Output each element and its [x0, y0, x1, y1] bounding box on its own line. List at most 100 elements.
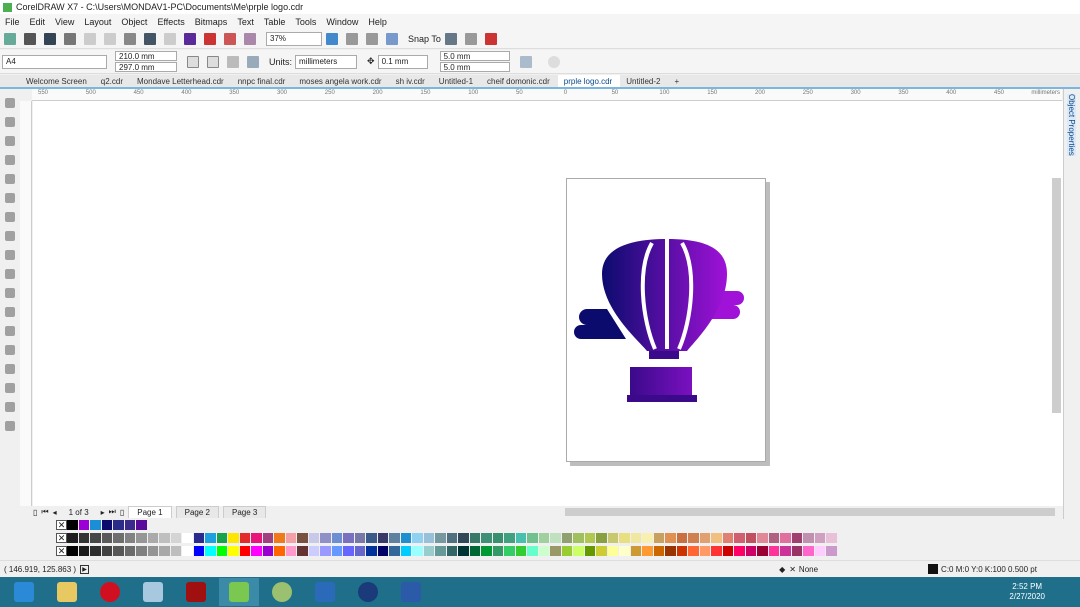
color-swatch[interactable]	[78, 532, 90, 543]
color-swatch[interactable]	[124, 545, 136, 556]
color-swatch[interactable]	[182, 532, 194, 543]
open-icon[interactable]	[24, 32, 36, 45]
color-swatch[interactable]	[159, 532, 171, 543]
color-swatch[interactable]	[826, 532, 838, 543]
new-icon[interactable]	[4, 32, 16, 45]
color-swatch[interactable]	[331, 545, 343, 556]
redo-icon[interactable]	[164, 32, 176, 45]
color-swatch[interactable]	[803, 545, 815, 556]
units-select[interactable]: millimeters	[295, 54, 358, 69]
balloon-logo[interactable]	[567, 179, 767, 463]
tab-mondave-letterhead[interactable]: Mondave Letterhead.cdr	[131, 75, 232, 87]
taskbar-ie[interactable]	[4, 578, 44, 606]
snap-to-button[interactable]: Snap To	[408, 34, 441, 44]
cut-icon[interactable]	[84, 32, 96, 45]
outline-status[interactable]: C:0 M:0 Y:0 K:100 0.500 pt	[941, 565, 1037, 574]
color-swatch[interactable]	[722, 545, 734, 556]
page-tab-1[interactable]: Page 1	[128, 506, 172, 518]
duplicate-x-field[interactable]: 5.0 mm	[439, 51, 510, 61]
color-swatch[interactable]	[331, 532, 343, 543]
artistic-media-icon[interactable]	[5, 193, 15, 203]
color-swatch[interactable]	[584, 532, 596, 543]
vertical-ruler[interactable]	[20, 101, 32, 506]
ellipse-tool-icon[interactable]	[5, 231, 15, 241]
menu-bitmaps[interactable]: Bitmaps	[190, 17, 233, 27]
taskbar-acrobat[interactable]	[176, 578, 216, 606]
application-launcher-icon[interactable]	[484, 32, 497, 45]
treat-as-filled-icon[interactable]	[519, 55, 532, 68]
current-page-icon[interactable]	[247, 55, 259, 68]
color-swatch[interactable]	[136, 545, 148, 556]
play-icon[interactable]: ▶	[80, 564, 90, 574]
drop-shadow-icon[interactable]	[5, 326, 15, 336]
portrait-icon[interactable]	[187, 55, 199, 68]
color-swatch[interactable]	[504, 532, 516, 543]
color-swatch[interactable]	[607, 545, 619, 556]
color-swatch[interactable]	[538, 532, 550, 543]
page-tab-2[interactable]: Page 2	[175, 506, 219, 518]
new-tab-icon[interactable]: +	[668, 75, 687, 87]
color-swatch[interactable]	[619, 532, 631, 543]
fill-status[interactable]: None	[799, 565, 818, 574]
color-swatch[interactable]	[354, 532, 366, 543]
color-swatch[interactable]	[228, 532, 240, 543]
color-swatch[interactable]	[147, 545, 159, 556]
color-swatch[interactable]	[757, 532, 769, 543]
color-swatch[interactable]	[67, 519, 79, 530]
color-swatch[interactable]	[205, 532, 217, 543]
color-swatch[interactable]	[768, 545, 780, 556]
horizontal-scrollbar[interactable]	[565, 508, 1055, 516]
color-swatch[interactable]	[285, 545, 297, 556]
import-icon[interactable]	[204, 32, 216, 45]
no-color-swatch[interactable]: ✕	[56, 519, 67, 530]
color-swatch[interactable]	[101, 519, 113, 530]
tab-sh-iv[interactable]: sh iv.cdr	[390, 75, 433, 87]
color-swatch[interactable]	[170, 545, 182, 556]
tab-moses-angela-work[interactable]: moses angela work.cdr	[293, 75, 389, 87]
color-swatch[interactable]	[665, 545, 677, 556]
color-swatch[interactable]	[412, 532, 424, 543]
color-swatch[interactable]	[262, 545, 274, 556]
copy-icon[interactable]	[104, 32, 116, 45]
parallel-dimension-icon[interactable]	[5, 288, 15, 298]
color-swatch[interactable]	[308, 545, 320, 556]
color-swatch[interactable]	[561, 545, 573, 556]
color-swatch[interactable]	[492, 532, 504, 543]
drawing-canvas[interactable]	[33, 101, 1063, 506]
taskbar-word[interactable]	[391, 578, 431, 606]
system-clock[interactable]: 2:52 PM 2/27/2020	[1009, 582, 1045, 602]
shape-tool-icon[interactable]	[5, 117, 15, 127]
vertical-scrollbar[interactable]	[1052, 178, 1061, 413]
color-swatch[interactable]	[619, 545, 631, 556]
color-swatch[interactable]	[676, 545, 688, 556]
full-screen-icon[interactable]	[326, 32, 338, 45]
color-swatch[interactable]	[274, 545, 286, 556]
color-swatch[interactable]	[527, 545, 539, 556]
connector-tool-icon[interactable]	[5, 307, 15, 317]
color-swatch[interactable]	[90, 519, 102, 530]
color-swatch[interactable]	[285, 532, 297, 543]
taskbar-corel-capture[interactable]	[262, 578, 302, 606]
add-page-after-icon[interactable]: ▯	[120, 508, 124, 517]
tab-q2[interactable]: q2.cdr	[95, 75, 131, 87]
color-swatch[interactable]	[124, 532, 136, 543]
color-swatch[interactable]	[297, 532, 309, 543]
color-swatch[interactable]	[377, 532, 389, 543]
color-swatch[interactable]	[435, 545, 447, 556]
grid-icon[interactable]	[366, 32, 378, 45]
text-tool-icon[interactable]	[5, 269, 15, 279]
color-swatch[interactable]	[78, 545, 90, 556]
color-swatch[interactable]	[768, 532, 780, 543]
no-color-swatch[interactable]: ✕	[56, 545, 67, 556]
color-swatch[interactable]	[826, 545, 838, 556]
color-swatch[interactable]	[78, 519, 90, 530]
color-swatch[interactable]	[458, 532, 470, 543]
color-swatch[interactable]	[780, 545, 792, 556]
color-swatch[interactable]	[446, 532, 458, 543]
taskbar-coreldraw[interactable]	[219, 578, 259, 606]
guidelines-icon[interactable]	[386, 32, 398, 45]
prev-page-icon[interactable]: ◂	[53, 508, 57, 517]
pick-tool-icon[interactable]	[5, 98, 15, 108]
color-swatch[interactable]	[688, 545, 700, 556]
color-swatch[interactable]	[216, 545, 228, 556]
